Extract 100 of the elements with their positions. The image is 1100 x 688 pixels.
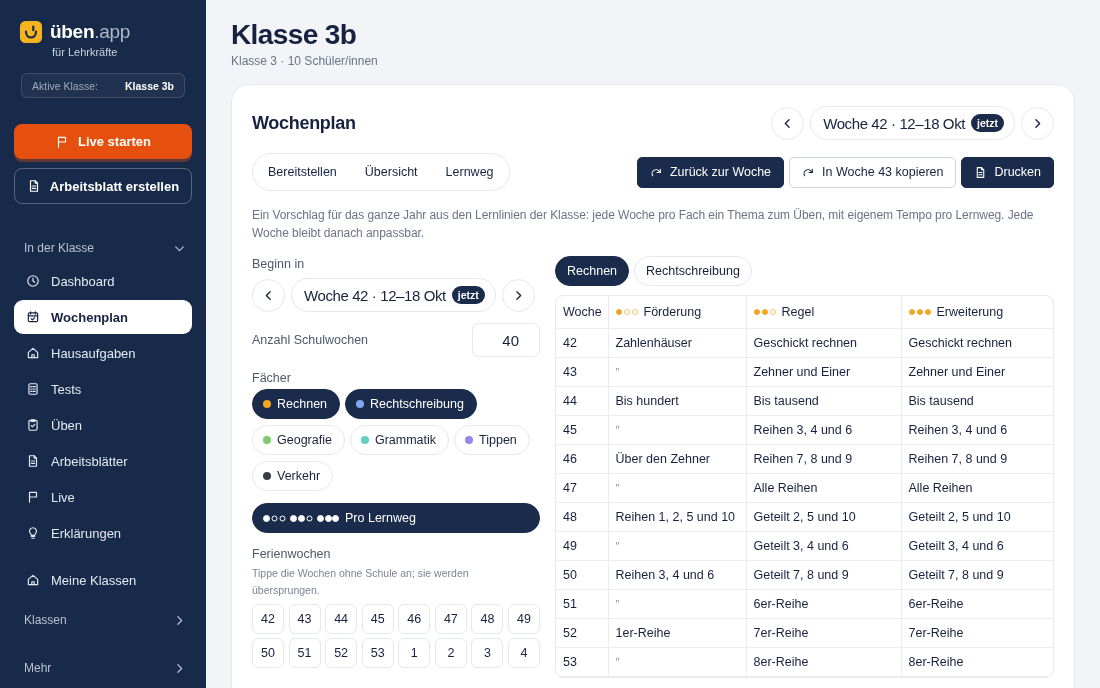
week-toggle[interactable]: 44	[325, 604, 358, 634]
table-cell: 44	[556, 386, 608, 416]
active-class-selector[interactable]: Aktive Klasse: Klasse 3b	[21, 73, 185, 98]
table-cell: 43	[556, 357, 608, 387]
week-toggle[interactable]: 45	[361, 604, 394, 634]
action-button[interactable]: Drucken	[961, 156, 1054, 188]
table-cell: 8er-Reihe	[901, 647, 1053, 677]
house-icon	[26, 346, 40, 360]
weeks-count-input[interactable]: 40	[472, 323, 540, 357]
table-cell: 48	[556, 502, 608, 532]
create-worksheet-button[interactable]: Arbeitsblatt erstellen	[14, 168, 192, 204]
table-cell: 1er-Reihe	[608, 618, 746, 648]
action-button[interactable]: In Woche 43 kopieren	[789, 156, 957, 188]
subject-chip[interactable]: Rechtschreibung	[345, 389, 477, 419]
subject-chip[interactable]: Tippen	[454, 425, 530, 455]
nav-item[interactable]: Üben	[14, 408, 192, 442]
table-cell: Bis hundert	[608, 386, 746, 416]
smiley-logo-icon	[20, 21, 42, 43]
table-cell: 42	[556, 328, 608, 358]
nav-item[interactable]: Erklärungen	[14, 516, 192, 550]
nav-item[interactable]: Wochenplan	[14, 300, 192, 334]
week-toggle[interactable]: 52	[325, 638, 358, 668]
subjects-label: Fächer	[252, 370, 292, 386]
week-toggle[interactable]: 48	[471, 604, 504, 634]
table-cell: Reihen 3, 4 und 6	[746, 415, 901, 445]
ditto-mark: ″	[608, 415, 746, 445]
clipboard-check-icon	[26, 418, 40, 432]
table-cell: 50	[556, 560, 608, 590]
ditto-mark: ″	[608, 531, 746, 561]
section-header[interactable]: In der Klasse	[14, 238, 192, 258]
subject-tab[interactable]: Rechnen	[555, 256, 630, 286]
week-toggle[interactable]: 43	[288, 604, 321, 634]
nav-item[interactable]: Dashboard	[14, 264, 192, 298]
table-cell: Bis tausend	[746, 386, 901, 416]
table-cell: Alle Reihen	[746, 473, 901, 503]
week-toggle[interactable]: 46	[398, 604, 431, 634]
previous-week-button[interactable]	[771, 106, 805, 140]
card-title: Wochenplan	[252, 112, 356, 134]
ditto-mark: ″	[608, 647, 746, 677]
nav-item[interactable]: Live	[14, 480, 192, 514]
nav-item[interactable]: Tests	[14, 372, 192, 406]
checklist-icon	[26, 382, 40, 396]
table-cell: 53	[556, 647, 608, 677]
table-cell: 6er-Reihe	[746, 589, 901, 619]
week-toggle[interactable]: 4	[508, 638, 540, 668]
house-icon	[26, 573, 40, 587]
week-toggle[interactable]: 53	[361, 638, 394, 668]
subject-chip[interactable]: Geografie	[252, 425, 345, 455]
week-toggle[interactable]: 1	[398, 638, 431, 668]
view-tab[interactable]: Übersicht	[350, 154, 432, 190]
table-cell: Reihen 1, 2, 5 und 10	[608, 502, 746, 532]
week-toggle[interactable]: 3	[471, 638, 504, 668]
week-toggle[interactable]: 47	[434, 604, 467, 634]
weeks-count-label: Anzahl Schulwochen	[252, 332, 369, 348]
nav-item[interactable]: Meine Klassen	[14, 563, 192, 597]
next-week-button[interactable]	[1021, 106, 1054, 140]
lightbulb-icon	[26, 526, 40, 540]
week-toggle[interactable]: 51	[288, 638, 321, 668]
week-toggle[interactable]: 49	[508, 604, 540, 634]
ditto-mark: ″	[608, 473, 746, 503]
tagline: für Lehrkräfte	[52, 45, 119, 59]
holidays-hint: Tippe die Wochen ohne Schule an; sie werden übersprungen.	[252, 566, 470, 598]
week-toggle[interactable]: 2	[434, 638, 467, 668]
nav-item[interactable]: Arbeitsblätter	[14, 444, 192, 478]
week-toggle[interactable]: 50	[252, 638, 284, 668]
table-cell: 45	[556, 415, 608, 445]
section-header[interactable]: Klassen	[14, 610, 192, 630]
subject-chip[interactable]: Grammatik	[349, 425, 450, 455]
column-header: Förderung	[643, 305, 702, 319]
table-cell: Bis tausend	[901, 386, 1053, 416]
action-button[interactable]: Zurück zur Woche	[636, 156, 785, 188]
table-cell: Geschickt rechnen	[901, 328, 1053, 358]
active-class-value: Klasse 3b	[124, 79, 174, 92]
previous-week-button[interactable]	[252, 278, 285, 312]
current-week-badge: jetzt	[971, 114, 1004, 132]
table-cell: Geteilt 2, 5 und 10	[746, 502, 901, 532]
table-cell: Geteilt 2, 5 und 10	[901, 502, 1053, 532]
column-header: Woche	[563, 305, 602, 319]
week-label: Woche 42 · 12–18 Okt	[304, 286, 446, 304]
subject-chip[interactable]: Verkehr	[252, 461, 334, 491]
table-cell: Zahlenhäuser	[608, 328, 746, 358]
live-start-button[interactable]: Live starten	[14, 124, 192, 159]
table-cell: Geteilt 7, 8 und 9	[746, 560, 901, 590]
week-toggle[interactable]: 42	[252, 604, 284, 634]
subject-tab[interactable]: Rechtschreibung	[634, 256, 752, 286]
nav-item[interactable]: Hausaufgaben	[14, 336, 192, 370]
next-week-button[interactable]	[501, 278, 535, 312]
week-selector[interactable]: Woche 42 · 12–18 Okt jetzt	[291, 278, 496, 312]
week-selector[interactable]: Woche 42 · 12–18 Okt jetzt	[810, 106, 1015, 140]
page-title: Klasse 3b	[231, 18, 358, 52]
ditto-mark: ″	[608, 589, 746, 619]
flag-icon	[26, 490, 40, 504]
view-tab[interactable]: Lernweg	[431, 154, 508, 190]
table-cell: 49	[556, 531, 608, 561]
section-header[interactable]: Mehr	[14, 658, 192, 678]
description: Ein Vorschlag für das ganze Jahr aus den Lernlinien der Klasse: jede Woche pro Fach ein Thema zum Üben, mit eigenem Tempo pro Lernweg. Jede Woche bleibt danach anpassbar.	[252, 207, 1035, 242]
subject-chip[interactable]: Rechnen	[252, 389, 341, 419]
pace-toggle[interactable]: Pro Lernweg	[252, 503, 540, 533]
table-cell: Reihen 3, 4 und 6	[901, 415, 1053, 445]
view-tab[interactable]: Bereitstellen	[254, 154, 351, 190]
